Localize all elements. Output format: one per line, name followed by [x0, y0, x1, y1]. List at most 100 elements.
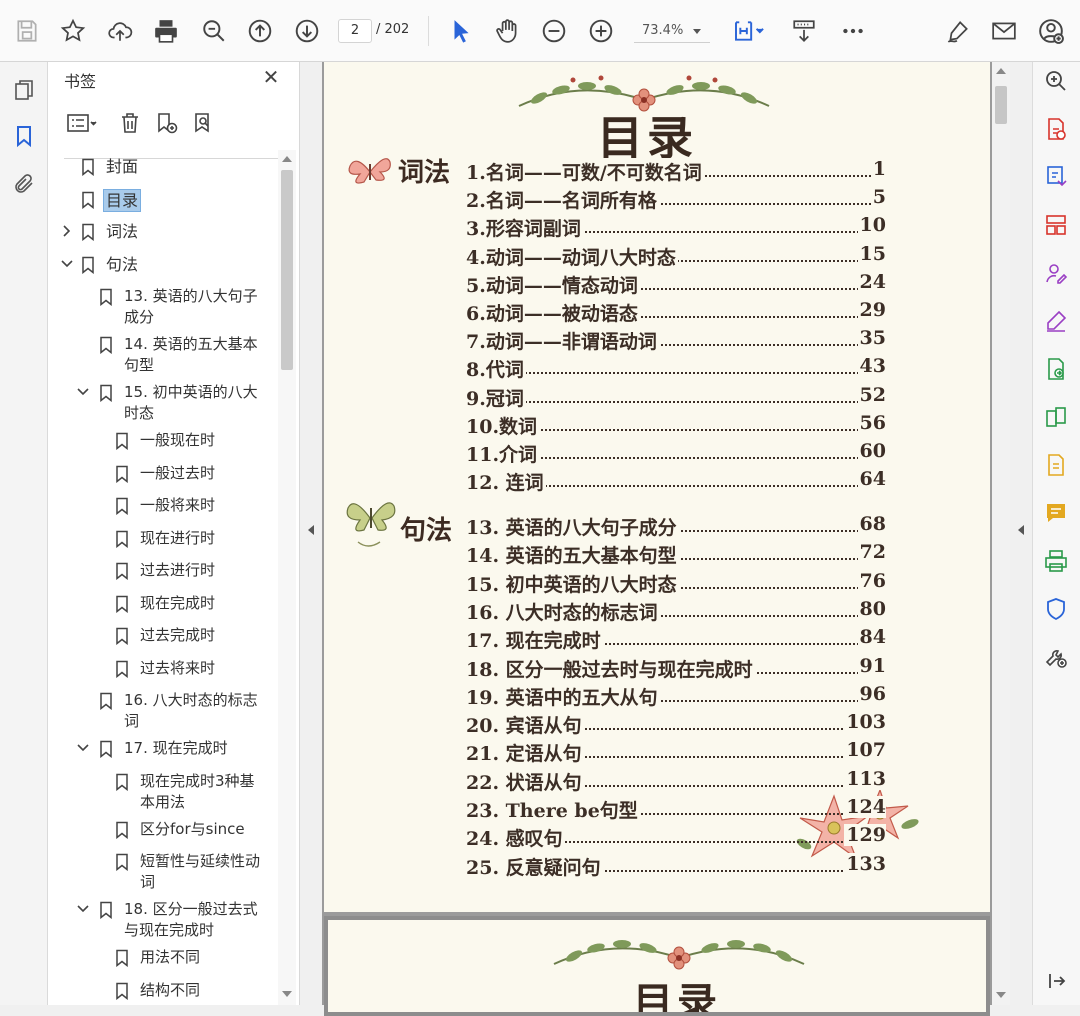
- toc-entry[interactable]: 14. 英语的五大基本句型 72: [466, 541, 886, 568]
- organize-pages-icon[interactable]: [1041, 210, 1071, 240]
- more-tools-icon[interactable]: [1041, 642, 1071, 672]
- bookmark-item[interactable]: 15. 初中英语的八大 时态: [48, 382, 278, 426]
- collapse-left-arrow[interactable]: [308, 525, 314, 535]
- bookmark-item[interactable]: 13. 英语的八大句子 成分: [48, 286, 278, 330]
- expand-panel-icon[interactable]: [1041, 966, 1071, 996]
- page-up-icon[interactable]: [245, 13, 275, 49]
- toc-entry[interactable]: 3.形容词副词 10: [466, 214, 886, 241]
- cloud-upload-icon[interactable]: [105, 13, 135, 49]
- compare-files-icon[interactable]: [1041, 402, 1071, 432]
- toc-entry[interactable]: 16. 八大时态的标志词 80: [466, 597, 886, 624]
- page-down-icon[interactable]: [292, 13, 322, 49]
- document-scrollbar[interactable]: [992, 62, 1010, 1005]
- attachments-icon[interactable]: [8, 168, 40, 200]
- export-pdf-icon[interactable]: [1041, 114, 1071, 144]
- bookmark-item[interactable]: 短暂性与延续性动词: [48, 851, 278, 895]
- export-file-icon[interactable]: [1041, 354, 1071, 384]
- email-icon[interactable]: [989, 13, 1019, 49]
- zoom-out-icon[interactable]: [539, 13, 569, 49]
- more-icon[interactable]: [838, 13, 868, 49]
- print-production-icon[interactable]: [1041, 546, 1071, 576]
- bookmark-item[interactable]: 16. 八大时态的标志词: [48, 690, 278, 734]
- bookmark-item[interactable]: 区分for与since: [48, 819, 278, 841]
- toc-entry[interactable]: 11.介词 60: [466, 440, 886, 466]
- bookmark-item[interactable]: 17. 现在完成时: [48, 738, 278, 760]
- bookmark-item[interactable]: 结构不同: [48, 980, 278, 1002]
- bookmark-star-icon[interactable]: [58, 13, 88, 49]
- search-icon[interactable]: [1041, 66, 1071, 96]
- request-signature-icon[interactable]: [1041, 258, 1071, 288]
- options-menu-icon[interactable]: [62, 108, 102, 138]
- toc-entry[interactable]: 9.冠词 52: [466, 383, 886, 410]
- toc-entry[interactable]: 18. 区分一般过去时与现在完成时 91: [466, 654, 886, 681]
- bookmark-item[interactable]: 封面: [48, 156, 278, 178]
- bookmark-item[interactable]: 句法: [48, 254, 278, 276]
- page-thumbnails-icon[interactable]: [8, 74, 40, 106]
- toc-entry[interactable]: 12. 连词 64: [466, 468, 886, 495]
- bookmark-item[interactable]: 过去完成时: [48, 625, 278, 647]
- toc-entry[interactable]: 7.动词——非谓语动词 35: [466, 327, 886, 354]
- fit-page-icon[interactable]: [728, 13, 770, 49]
- bookmarks-icon[interactable]: [8, 120, 40, 152]
- bookmark-item[interactable]: 一般过去时: [48, 463, 278, 485]
- scroll-down-arrow[interactable]: [996, 992, 1006, 998]
- fill-sign-icon[interactable]: [1041, 306, 1071, 336]
- scroll-up-arrow[interactable]: [996, 68, 1006, 74]
- hand-tool-icon[interactable]: [493, 13, 523, 49]
- select-cursor-icon[interactable]: [446, 13, 476, 49]
- page-number-input[interactable]: 2: [338, 19, 372, 43]
- delete-bookmark-icon[interactable]: [115, 108, 145, 138]
- bookmark-item[interactable]: 现在进行时: [48, 528, 278, 550]
- chevron-down-icon[interactable]: [76, 902, 90, 916]
- find-bookmark-icon[interactable]: [188, 108, 218, 138]
- toc-entry[interactable]: 17. 现在完成时 84: [466, 626, 886, 653]
- new-bookmark-icon[interactable]: [151, 108, 181, 138]
- chevron-down-icon[interactable]: [76, 385, 90, 399]
- save-icon[interactable]: [12, 13, 42, 49]
- left-collapse-strip[interactable]: [300, 62, 322, 1005]
- toc-entry[interactable]: 1.名词——可数/不可数名词 1: [466, 158, 886, 184]
- zoom-in-icon[interactable]: [586, 13, 616, 49]
- toc-entry[interactable]: 21. 定语从句 107: [466, 739, 886, 766]
- close-icon[interactable]: ✕: [260, 66, 282, 88]
- scroll-thumb[interactable]: [281, 170, 293, 370]
- scroll-thumb[interactable]: [995, 86, 1007, 124]
- toc-entry[interactable]: 13. 英语的八大句子成分 68: [466, 513, 886, 539]
- bookmark-item[interactable]: 过去进行时: [48, 560, 278, 582]
- protect-icon[interactable]: [1041, 594, 1071, 624]
- bookmark-item[interactable]: 18. 区分一般过去式 与现在完成时: [48, 899, 278, 943]
- bookmark-item[interactable]: 14. 英语的五大基本 句型: [48, 334, 278, 378]
- expand-tools-arrow[interactable]: [1018, 525, 1024, 535]
- toc-entry[interactable]: 19. 英语中的五大从句 96: [466, 682, 886, 709]
- toc-entry[interactable]: 8.代词 43: [466, 355, 886, 382]
- chevron-down-icon[interactable]: [76, 741, 90, 755]
- bookmarks-scrollbar[interactable]: [278, 150, 296, 1005]
- toc-entry[interactable]: 2.名词——名词所有格 5: [466, 186, 886, 213]
- bookmark-item[interactable]: 一般将来时: [48, 495, 278, 517]
- toc-entry[interactable]: 5.动词——情态动词 24: [466, 270, 886, 297]
- bookmark-item[interactable]: 一般现在时: [48, 430, 278, 452]
- bookmark-item[interactable]: 用法不同: [48, 947, 278, 969]
- right-collapse-strip[interactable]: [1010, 62, 1032, 1005]
- bookmark-item[interactable]: 词法: [48, 221, 278, 243]
- print-icon[interactable]: [151, 13, 181, 49]
- bookmark-item[interactable]: 目录: [48, 188, 278, 212]
- convert-pdf-icon[interactable]: [1041, 162, 1071, 192]
- sign-icon[interactable]: [943, 13, 973, 49]
- create-pdf-icon[interactable]: [1041, 450, 1071, 480]
- bookmark-item[interactable]: 现在完成时3种基 本用法: [48, 771, 278, 815]
- comment-icon[interactable]: [1041, 498, 1071, 528]
- bookmark-item[interactable]: 现在完成时: [48, 593, 278, 615]
- scroll-mode-icon[interactable]: [789, 13, 819, 49]
- account-icon[interactable]: [1036, 13, 1066, 49]
- chevron-down-icon[interactable]: [693, 29, 701, 34]
- chevron-down-icon[interactable]: [60, 257, 74, 271]
- zoom-search-icon[interactable]: [199, 13, 229, 49]
- scroll-up-arrow[interactable]: [282, 156, 292, 162]
- scroll-down-arrow[interactable]: [282, 991, 292, 997]
- toc-entry[interactable]: 4.动词——动词八大时态 15: [466, 242, 886, 269]
- toc-entry[interactable]: 10.数词 56: [466, 411, 886, 438]
- toc-entry[interactable]: 6.动词——被动语态 29: [466, 299, 886, 325]
- chevron-right-icon[interactable]: [60, 224, 74, 238]
- bookmark-item[interactable]: 过去将来时: [48, 658, 278, 680]
